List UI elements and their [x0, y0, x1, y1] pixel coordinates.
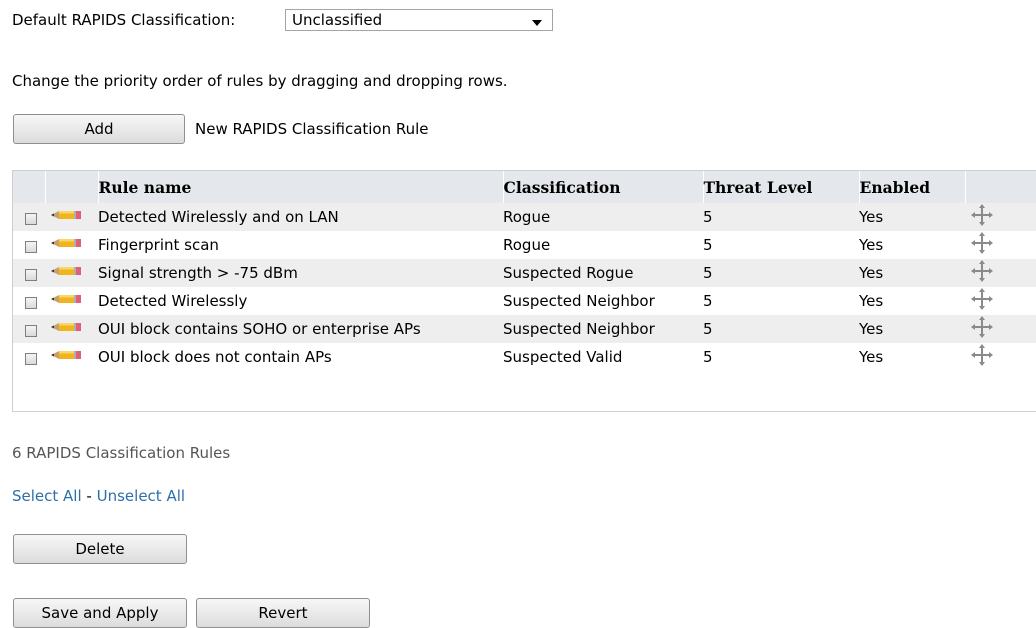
move-icon[interactable]: [971, 260, 993, 286]
table-row[interactable]: Detected Wirelessly Suspected Neighbor 5 Ye…: [13, 287, 1036, 315]
save-and-apply-button[interactable]: Save and Apply: [13, 598, 187, 628]
enabled-cell: Yes: [859, 343, 965, 371]
pencil-icon[interactable]: [49, 264, 83, 282]
row-checkbox[interactable]: [25, 325, 37, 337]
select-all-link[interactable]: Select All: [12, 487, 82, 505]
row-checkbox[interactable]: [25, 213, 37, 225]
classification-cell: Suspected Valid: [503, 343, 703, 371]
header-classification[interactable]: Classification: [503, 171, 704, 203]
move-icon[interactable]: [971, 232, 993, 258]
enabled-cell: Yes: [859, 287, 965, 315]
enabled-cell: Yes: [859, 203, 965, 231]
rule-name-cell: Signal strength > -75 dBm: [98, 259, 503, 287]
move-icon[interactable]: [971, 316, 993, 342]
threat-level-cell: 5: [703, 343, 859, 371]
pencil-icon[interactable]: [49, 348, 83, 366]
enabled-cell: Yes: [859, 231, 965, 259]
move-icon[interactable]: [971, 204, 993, 230]
instruction-text: Change the priority order of rules by dr…: [12, 72, 508, 90]
table-row[interactable]: OUI block contains SOHO or enterprise AP…: [13, 315, 1036, 343]
delete-button[interactable]: Delete: [13, 534, 187, 564]
row-checkbox[interactable]: [25, 353, 37, 365]
add-button[interactable]: Add: [13, 114, 185, 144]
header-enabled[interactable]: Enabled: [859, 171, 966, 203]
row-checkbox[interactable]: [25, 269, 37, 281]
threat-level-cell: 5: [703, 287, 859, 315]
header-edit: [45, 171, 99, 203]
rule-name-cell: Detected Wirelessly and on LAN: [98, 203, 503, 231]
classification-cell: Suspected Neighbor: [503, 315, 703, 343]
selection-links: Select All - Unselect All: [12, 487, 185, 505]
threat-level-cell: 5: [703, 203, 859, 231]
table-row[interactable]: Signal strength > -75 dBm Suspected Rogue…: [13, 259, 1036, 287]
default-classification-label: Default RAPIDS Classification:: [12, 11, 236, 29]
chevron-down-icon: [532, 20, 542, 26]
rule-name-cell: Detected Wirelessly: [98, 287, 503, 315]
header-drag: [965, 171, 1036, 203]
pencil-icon[interactable]: [49, 320, 83, 338]
classification-cell: Rogue: [503, 231, 703, 259]
threat-level-cell: 5: [703, 315, 859, 343]
pencil-icon[interactable]: [49, 208, 83, 226]
threat-level-cell: 5: [703, 231, 859, 259]
rule-name-cell: OUI block does not contain APs: [98, 343, 503, 371]
classification-cell: Suspected Neighbor: [503, 287, 703, 315]
pencil-icon[interactable]: [49, 292, 83, 310]
row-checkbox[interactable]: [25, 297, 37, 309]
header-select: [13, 171, 46, 203]
move-icon[interactable]: [971, 344, 993, 370]
selection-separator: -: [86, 487, 92, 505]
table-row[interactable]: Fingerprint scan Rogue 5 Yes: [13, 231, 1036, 259]
add-description: New RAPIDS Classification Rule: [195, 120, 429, 138]
threat-level-cell: 5: [703, 259, 859, 287]
table-row[interactable]: Detected Wirelessly and on LAN Rogue 5 Yes: [13, 203, 1036, 231]
default-classification-value: Unclassified: [292, 11, 383, 29]
move-icon[interactable]: [971, 288, 993, 314]
enabled-cell: Yes: [859, 259, 965, 287]
unselect-all-link[interactable]: Unselect All: [97, 487, 185, 505]
rule-name-cell: Fingerprint scan: [98, 231, 503, 259]
rules-count: 6 RAPIDS Classification Rules: [12, 444, 231, 462]
header-threat-level[interactable]: Threat Level: [703, 171, 860, 203]
revert-button[interactable]: Revert: [196, 598, 370, 628]
pencil-icon[interactable]: [49, 236, 83, 254]
header-rule-name[interactable]: Rule name: [98, 171, 504, 203]
table-row[interactable]: OUI block does not contain APs Suspected …: [13, 343, 1036, 371]
default-classification-select[interactable]: Unclassified: [285, 9, 553, 31]
row-checkbox[interactable]: [25, 241, 37, 253]
rules-table: Rule name Classification Threat Level En…: [12, 170, 1036, 412]
enabled-cell: Yes: [859, 315, 965, 343]
classification-cell: Suspected Rogue: [503, 259, 703, 287]
rule-name-cell: OUI block contains SOHO or enterprise AP…: [98, 315, 503, 343]
classification-cell: Rogue: [503, 203, 703, 231]
